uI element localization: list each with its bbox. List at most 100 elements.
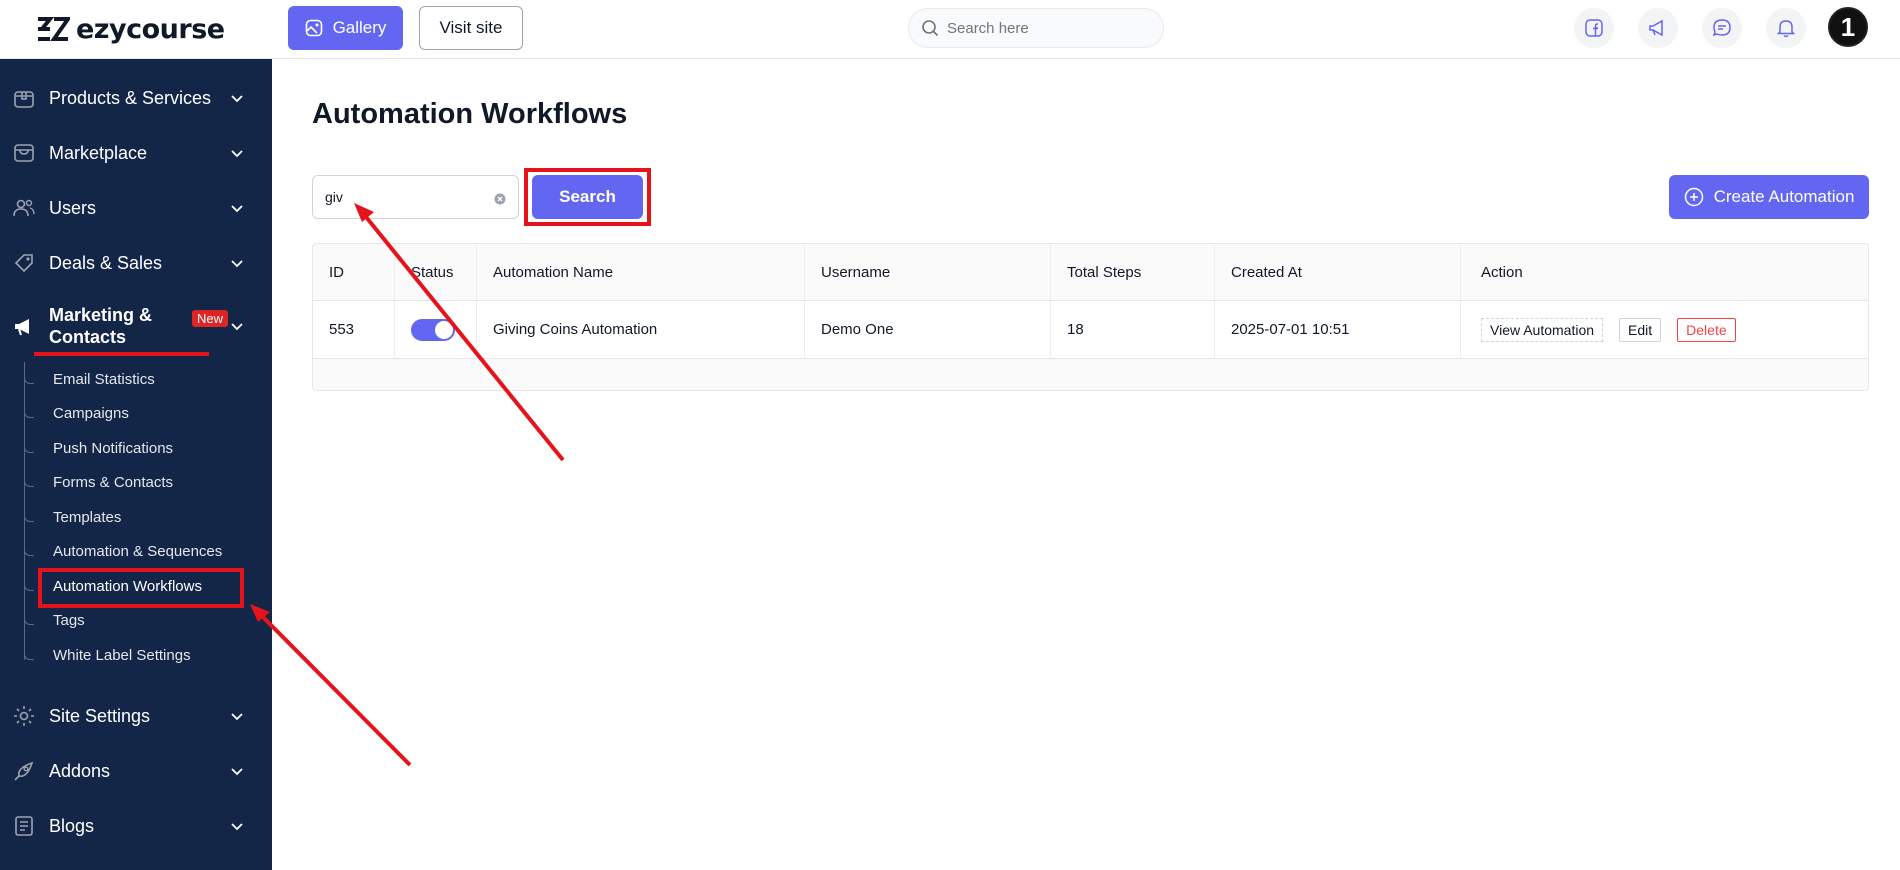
submenu-item-push-notifications[interactable]: Push Notifications — [53, 438, 173, 460]
sidebar-item-label-line2: Contacts — [49, 327, 127, 347]
sidebar-item-deals-sales[interactable]: Deals & Sales — [0, 245, 272, 281]
create-automation-button[interactable]: Create Automation — [1669, 175, 1869, 219]
messages-button[interactable] — [1702, 8, 1742, 48]
gallery-label: Gallery — [332, 18, 387, 37]
submenu-item-email-statistics[interactable]: Email Statistics — [53, 369, 155, 391]
chevron-down-icon — [231, 150, 243, 158]
automation-table: ID Status Automation Name Username Total… — [312, 243, 1869, 391]
submenu-branch — [24, 615, 34, 625]
topbar: Gallery Visit site 1 — [272, 0, 1900, 59]
view-automation-button[interactable]: View Automation — [1481, 317, 1604, 342]
chevron-down-icon — [231, 260, 243, 268]
column-header-total-steps: Total Steps — [1051, 244, 1215, 300]
annotation-highlight-box — [38, 568, 244, 608]
column-header-name: Automation Name — [477, 244, 805, 300]
global-search[interactable] — [908, 8, 1164, 48]
sidebar-item-products-services[interactable]: Products & Services — [0, 80, 272, 116]
create-automation-label: Create Automation — [1713, 187, 1855, 206]
search-button[interactable]: Search — [532, 175, 643, 219]
sidebar-item-label: Site Settings — [49, 705, 151, 726]
brand-name: ezycourse — [76, 13, 225, 45]
gear-icon — [12, 704, 36, 728]
submenu-branch — [24, 546, 34, 556]
announcements-button[interactable] — [1638, 8, 1678, 48]
clear-icon[interactable] — [494, 193, 506, 205]
submenu-branch — [24, 512, 34, 522]
visit-site-button[interactable]: Visit site — [419, 6, 523, 50]
sidebar-item-label: Marketplace — [49, 142, 148, 163]
chevron-down-icon — [231, 768, 243, 776]
chevron-down-icon — [231, 323, 243, 331]
sidebar-item-label: Deals & Sales — [49, 252, 163, 273]
rocket-icon — [12, 759, 36, 783]
gallery-icon — [305, 19, 322, 37]
edit-button[interactable]: Edit — [1619, 317, 1662, 342]
submenu-branch — [24, 374, 34, 384]
tag-icon — [12, 251, 36, 275]
cell-automation-name: Giving Coins Automation — [477, 301, 805, 358]
automation-search-field[interactable] — [312, 175, 519, 219]
new-badge: New — [192, 310, 229, 327]
sidebar-item-label-line1: Marketing & — [49, 305, 153, 325]
submenu-item-forms-contacts[interactable]: Forms & Contacts — [53, 472, 173, 494]
column-header-status: Status — [395, 244, 477, 300]
chevron-down-icon — [231, 95, 243, 103]
table-footer — [313, 359, 1868, 390]
global-search-input[interactable] — [947, 19, 1137, 37]
delete-button[interactable]: Delete — [1677, 317, 1736, 342]
submenu-item-white-label-settings[interactable]: White Label Settings — [53, 645, 191, 667]
users-icon — [12, 196, 36, 220]
sidebar-item-addons[interactable]: Addons — [0, 753, 272, 789]
sidebar-item-label: Users — [49, 197, 97, 218]
sidebar-item-label: Products & Services — [49, 87, 212, 108]
cell-id: 553 — [313, 301, 395, 358]
submenu-item-tags[interactable]: Tags — [53, 610, 85, 632]
megaphone-icon — [12, 314, 36, 338]
table-header-row: ID Status Automation Name Username Total… — [313, 244, 1868, 301]
annotation-arrow-menu — [256, 610, 412, 767]
bell-icon — [1776, 20, 1796, 38]
avatar[interactable]: 1 — [1828, 7, 1868, 47]
cell-username: Demo One — [805, 301, 1051, 358]
status-toggle[interactable] — [411, 318, 455, 341]
submenu-branch — [24, 408, 34, 418]
sidebar-item-label: Addons — [49, 760, 111, 781]
sidebar-item-label: Marketing & Contacts — [49, 304, 152, 348]
sidebar-item-marketplace[interactable]: Marketplace — [0, 135, 272, 171]
search-icon — [922, 20, 939, 37]
annotation-arrows — [250, 203, 565, 767]
annotation-underline — [34, 352, 209, 356]
document-icon — [12, 814, 36, 838]
cell-total-steps: 18 — [1051, 301, 1215, 358]
table-row: 553 Giving Coins Automation Demo One 18 … — [313, 301, 1868, 359]
column-header-action: Action — [1481, 263, 1523, 281]
column-header-created-at: Created At — [1215, 244, 1461, 300]
submenu-branch — [24, 443, 34, 453]
notifications-button[interactable] — [1766, 8, 1806, 48]
sidebar-item-label: Blogs — [49, 815, 95, 836]
sidebar-item-site-settings[interactable]: Site Settings — [0, 698, 272, 734]
gallery-button[interactable]: Gallery — [288, 6, 403, 50]
sidebar-item-marketing-contacts[interactable]: Marketing & Contacts New — [0, 304, 272, 348]
sidebar-item-blogs[interactable]: Blogs — [0, 808, 272, 844]
plus-circle-icon — [1684, 187, 1703, 207]
automation-search-input[interactable] — [325, 189, 485, 205]
toggle-knob — [435, 320, 453, 339]
chevron-down-icon — [231, 823, 243, 831]
submenu-item-campaigns[interactable]: Campaigns — [53, 403, 129, 425]
megaphone-icon — [1649, 19, 1663, 37]
column-header-username: Username — [805, 244, 1051, 300]
sidebar-item-users[interactable]: Users — [0, 190, 272, 226]
box-icon — [12, 86, 36, 110]
store-icon — [12, 141, 36, 165]
brand[interactable]: ezycourse — [0, 0, 272, 59]
page-title: Automation Workflows — [312, 98, 628, 130]
submenu-item-automation-sequences[interactable]: Automation & Sequences — [53, 541, 222, 563]
submenu-branch — [24, 650, 34, 660]
facebook-button[interactable] — [1574, 8, 1614, 48]
submenu-item-templates[interactable]: Templates — [53, 507, 121, 529]
chat-icon — [1712, 19, 1731, 37]
submenu-branch — [24, 581, 34, 591]
facebook-icon — [1585, 19, 1603, 37]
cell-status — [395, 301, 477, 358]
